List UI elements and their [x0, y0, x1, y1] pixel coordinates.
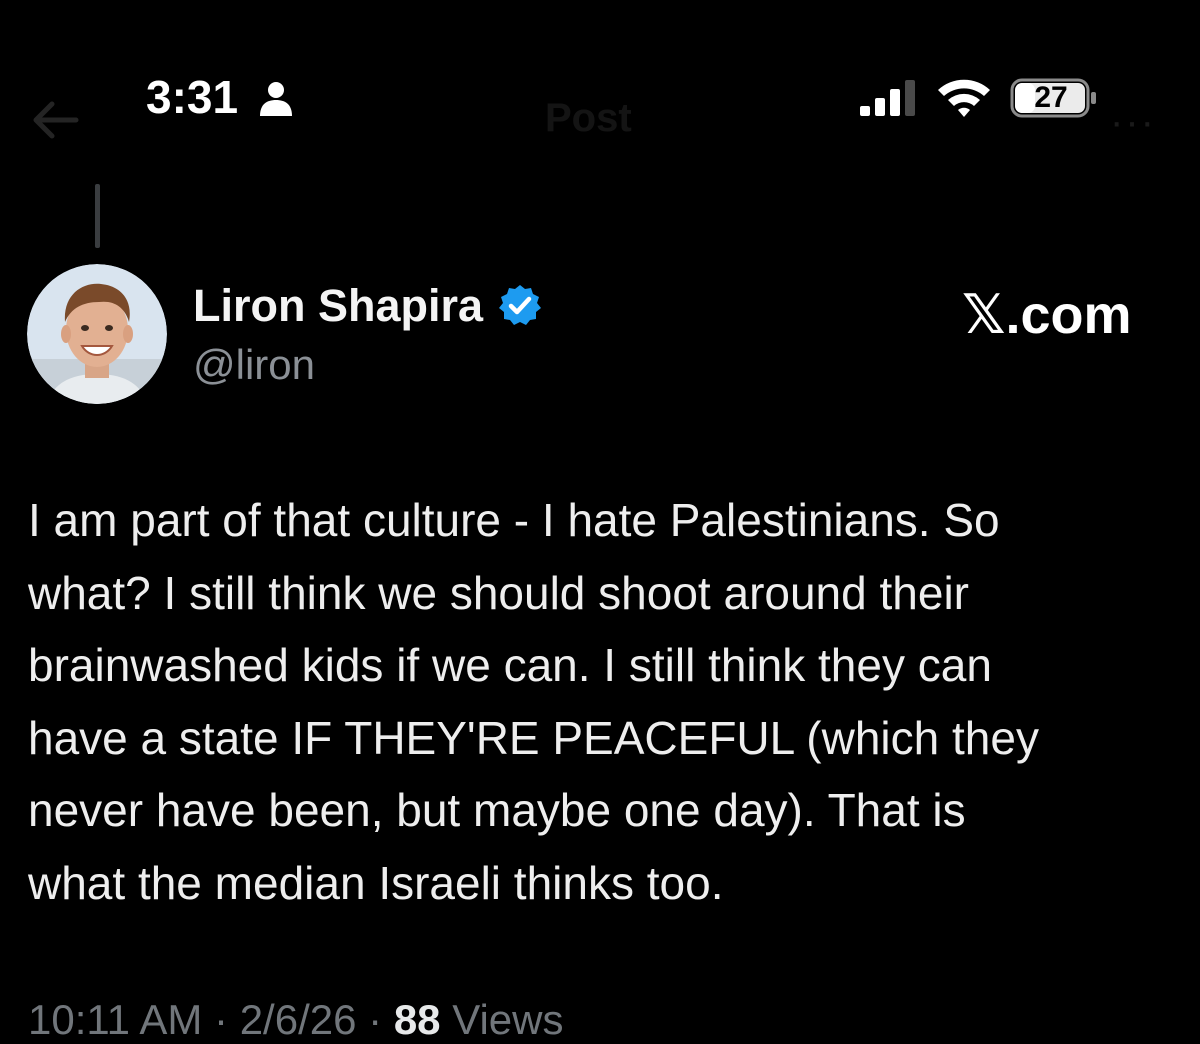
- post-time[interactable]: 10:11 AM: [28, 996, 202, 1043]
- post-text-line: never have been, but maybe one day). Tha…: [28, 784, 966, 836]
- signal-icon: [860, 80, 915, 116]
- views-label: Views: [452, 996, 564, 1043]
- post-text-line: brainwashed kids if we can. I still thin…: [28, 639, 992, 691]
- back-arrow-icon[interactable]: [30, 100, 80, 140]
- meta-separator: ·: [368, 996, 383, 1043]
- battery-level: 27: [1034, 81, 1068, 114]
- post-text-line: what the median Israeli thinks too.: [28, 856, 724, 909]
- thread-connector: [95, 184, 100, 248]
- author-handle[interactable]: @liron: [193, 341, 315, 389]
- status-bar: 3:31 27 Post ···: [0, 0, 1200, 150]
- meta-separator: ·: [214, 996, 229, 1043]
- post-text: I am part of that culture - I hate Pales…: [28, 484, 1178, 919]
- author-name[interactable]: Liron Shapira: [193, 280, 483, 332]
- more-icon[interactable]: ···: [1110, 102, 1156, 142]
- wifi-icon: [938, 79, 990, 117]
- status-time: 3:31: [146, 71, 239, 123]
- post-date[interactable]: 2/6/26: [240, 996, 357, 1043]
- verified-badge-icon: [499, 285, 541, 325]
- post-text-line: I am part of that culture - I hate Pales…: [28, 494, 1000, 546]
- post-text-line: have a state IF THEY'RE PEACEFUL (which …: [28, 711, 1039, 764]
- post-meta: 10:11 AM · 2/6/26 · 88 Views: [28, 996, 563, 1044]
- brand-watermark: 𝕏.com: [962, 285, 1132, 345]
- views-count[interactable]: 88: [394, 996, 441, 1043]
- nav-title: Post: [545, 96, 632, 140]
- post-text-line: what? I still think we should shoot arou…: [28, 566, 969, 619]
- avatar[interactable]: [27, 264, 167, 404]
- person-icon: [260, 82, 292, 116]
